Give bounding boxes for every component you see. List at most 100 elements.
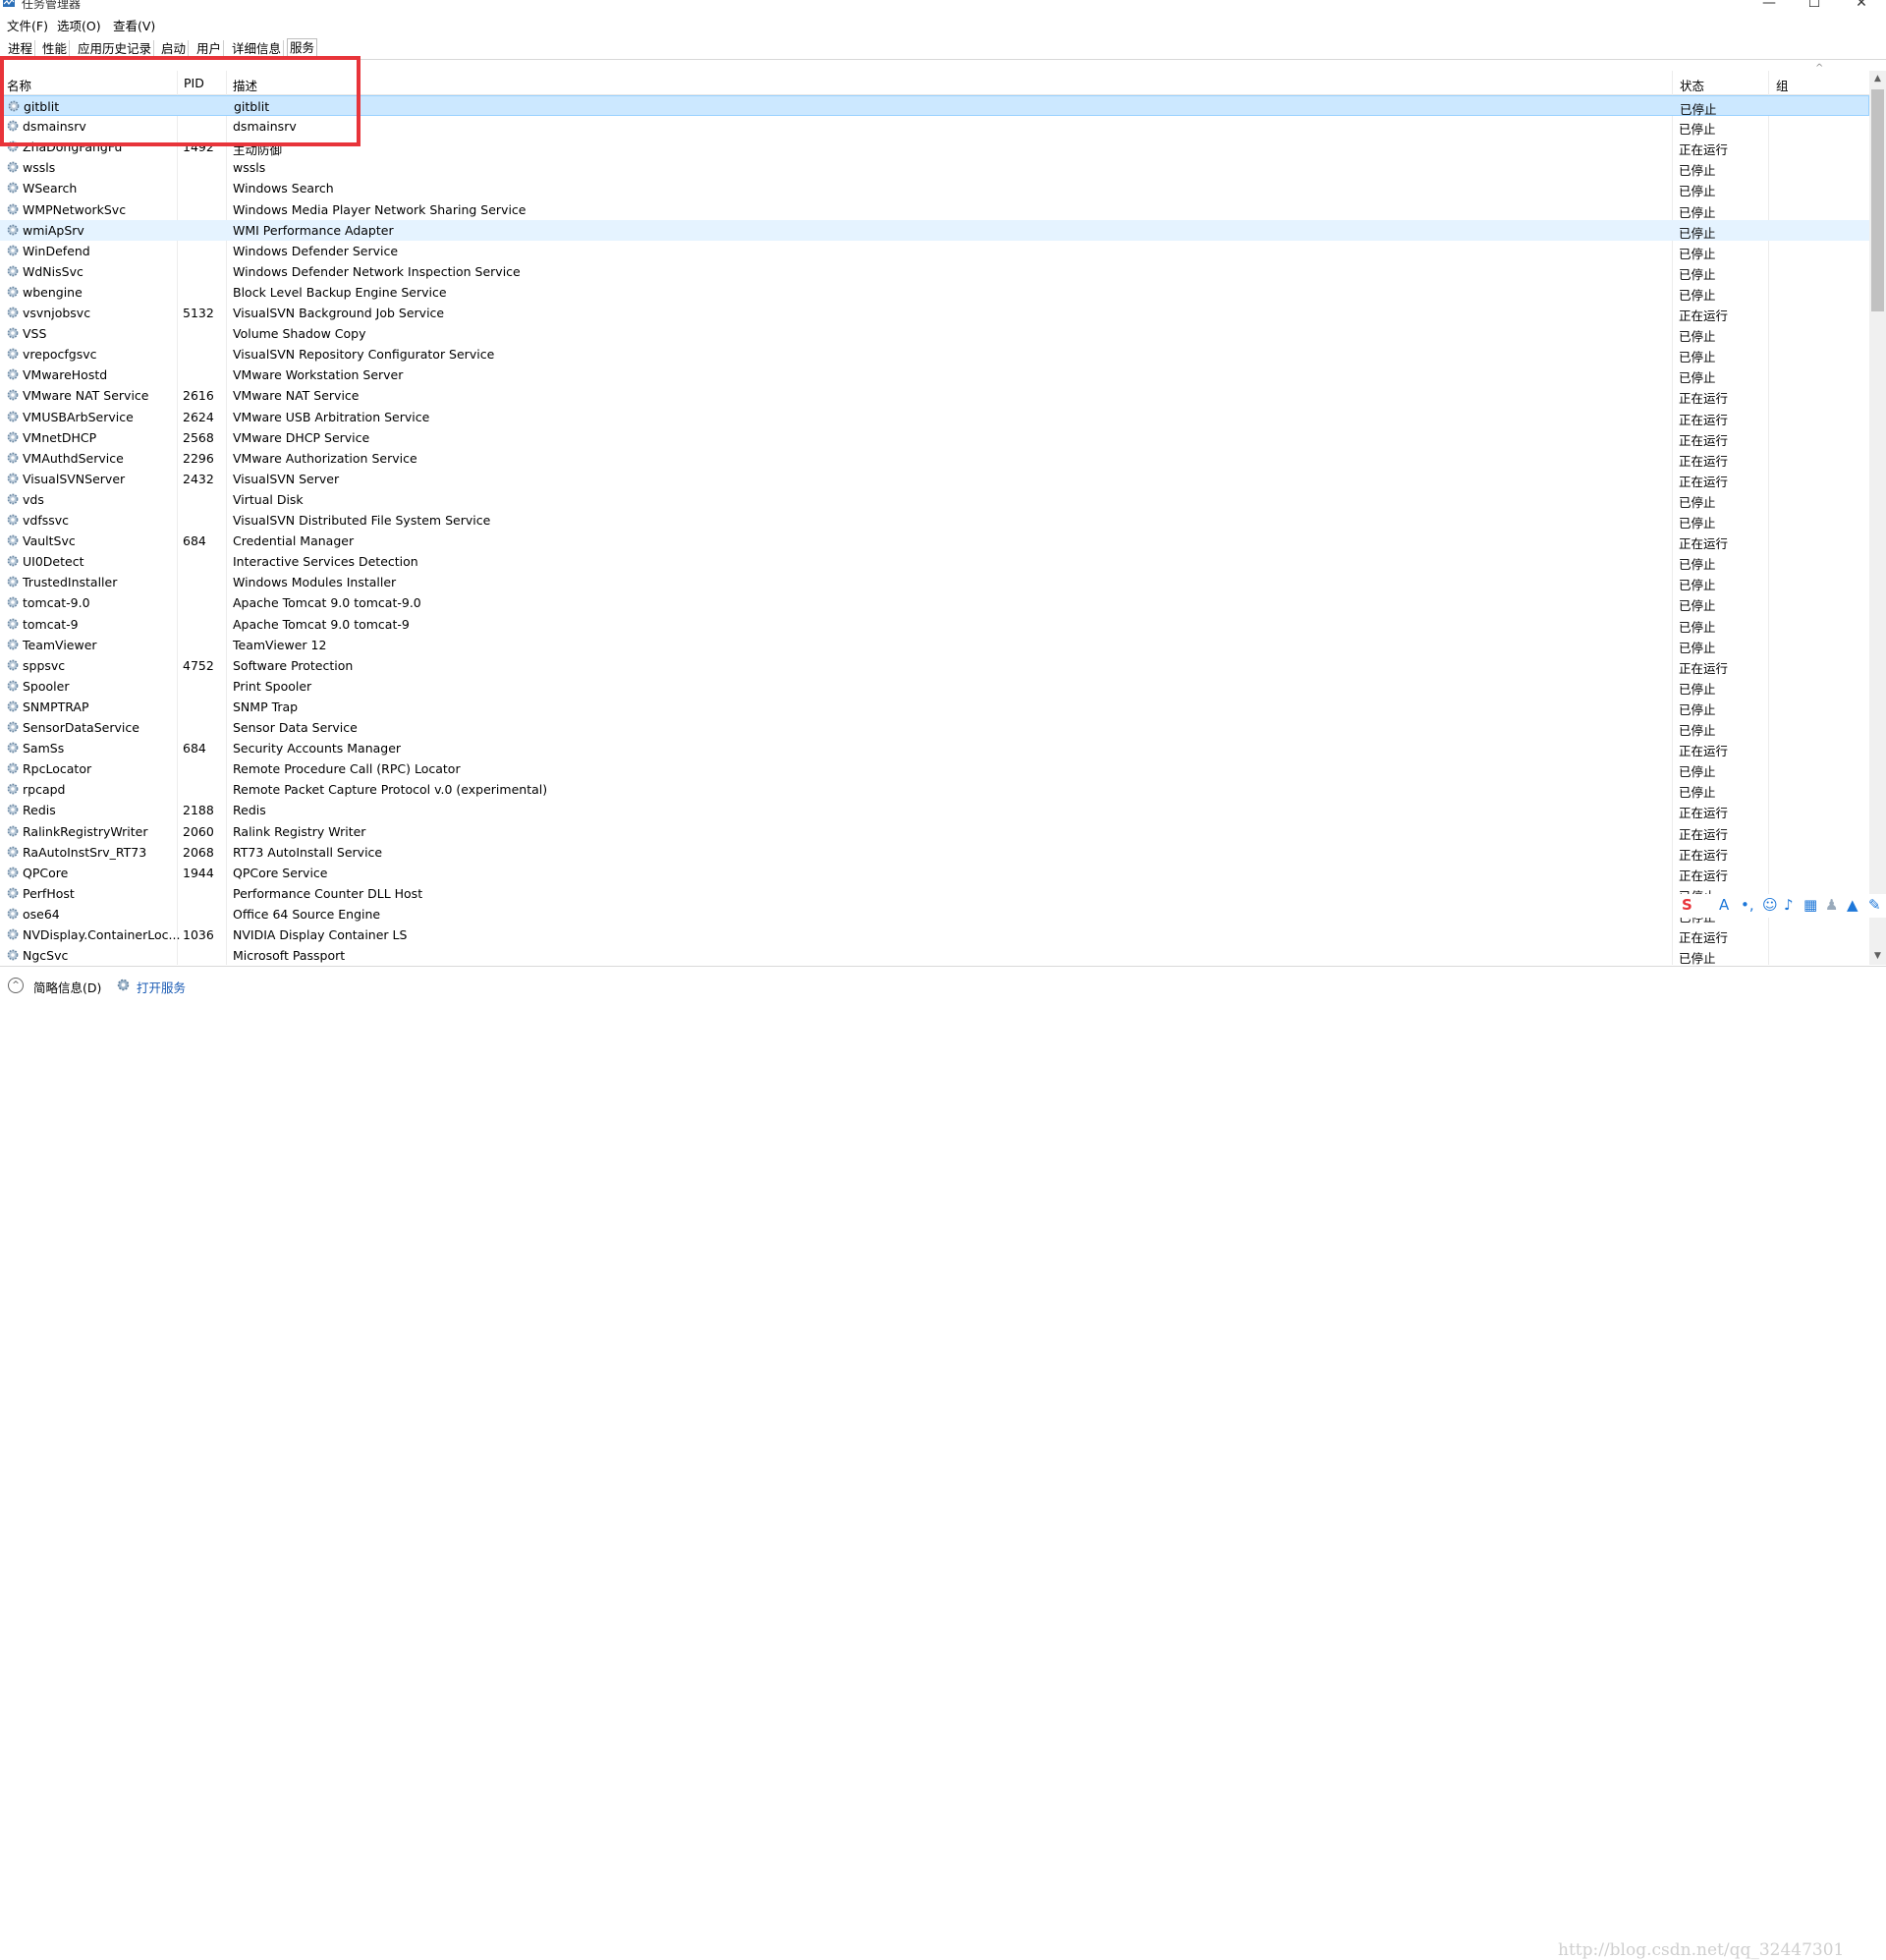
service-description: SNMP Trap [233,699,299,714]
open-services-link[interactable]: 打开服务 [137,978,186,996]
service-gear-icon [6,907,20,921]
punctuation-icon[interactable]: •, [1741,896,1754,914]
service-pid: 684 [183,533,206,549]
minimize-button[interactable]: — [1747,0,1792,14]
service-name: QPCore [23,865,69,880]
emoji-icon[interactable]: ☺ [1762,896,1778,914]
service-row[interactable]: WinDefend Windows Defender Service 已停止 [0,241,1869,261]
service-status: 正在运行 [1679,474,1729,489]
service-row[interactable]: VMUSBArbService 2624 VMware USB Arbitratio… [0,407,1869,427]
sogou-icon[interactable]: S [1682,896,1692,914]
maximize-button[interactable]: ☐ [1792,0,1837,14]
column-group[interactable]: 组 [1776,76,1789,94]
service-gear-icon [6,533,20,547]
microphone-icon[interactable]: ♪ [1784,896,1794,914]
close-button[interactable]: ✕ [1839,0,1884,14]
sort-caret-icon: ^ [1815,63,1824,74]
service-row[interactable]: wssls wssls 已停止 [0,157,1869,178]
skin-icon[interactable]: ▲ [1847,896,1858,914]
service-name: UI0Detect [23,554,84,570]
scroll-up-icon[interactable]: ▲ [1869,71,1886,87]
service-description: VMware DHCP Service [233,429,370,445]
service-row[interactable]: Redis 2188 Redis 正在运行 [0,800,1869,820]
scroll-down-icon[interactable]: ▼ [1869,948,1886,965]
service-name: VMwareHostd [23,367,108,383]
chevron-up-icon[interactable]: ^ [8,978,24,993]
service-row[interactable]: RalinkRegistryWriter 2060 Ralink Registry … [0,821,1869,842]
service-name: WinDefend [23,243,90,258]
keyboard-icon[interactable]: ▦ [1803,896,1817,914]
service-description: Virtual Disk [233,491,304,507]
service-status: 已停止 [1679,578,1716,593]
service-row[interactable]: Spooler Print Spooler 已停止 [0,676,1869,697]
service-row[interactable]: sppsvc 4752 Software Protection 正在运行 [0,655,1869,676]
service-row[interactable]: vsvnjobsvc 5132 VisualSVN Background Job S… [0,303,1869,323]
service-row[interactable]: WMPNetworkSvc Windows Media Player Networ… [0,199,1869,220]
service-row[interactable]: rpcapd Remote Packet Capture Protocol v.0… [0,779,1869,800]
service-row[interactable]: wmiApSrv WMI Performance Adapter 已停止 [0,219,1869,241]
service-row[interactable]: RpcLocator Remote Procedure Call (RPC) Lo… [0,758,1869,779]
service-row[interactable]: ose64Office 64 Source Engine已停止 [0,904,1869,924]
service-row[interactable]: VSS Volume Shadow Copy 已停止 [0,323,1869,344]
window-title: 任务管理器 [22,0,82,11]
menu-view[interactable]: 查看(V) [113,16,155,34]
service-row[interactable]: VMwareHostd VMware Workstation Server 已停止 [0,364,1869,385]
service-name: NgcSvc [23,948,69,964]
service-name: WSearch [23,181,78,196]
wrench-icon[interactable]: ✎ [1868,896,1881,914]
scroll-thumb[interactable] [1871,89,1884,311]
service-row[interactable]: TrustedInstaller Windows Modules Installe… [0,572,1869,592]
service-row[interactable]: wbengine Block Level Backup Engine Servic… [0,282,1869,303]
service-row[interactable]: VMAuthdService 2296 VMware Authorization S… [0,448,1869,469]
menu-file[interactable]: 文件(F) [7,16,48,34]
service-name: vdfssvc [23,513,70,528]
service-row[interactable]: WSearch Windows Search 已停止 [0,178,1869,198]
service-row[interactable]: TeamViewer TeamViewer 12 已停止 [0,635,1869,655]
user-icon[interactable]: ♟ [1825,896,1838,914]
service-row[interactable]: vrepocfgsvc VisualSVN Repository Configur… [0,344,1869,364]
service-gear-icon [6,679,20,693]
service-description: Apache Tomcat 9.0 tomcat-9.0 [233,595,421,611]
service-name: vds [23,491,44,507]
service-row[interactable]: WdNisSvc Windows Defender Network Inspect… [0,261,1869,282]
service-row[interactable]: RaAutoInstSrv_RT73 2068 RT73 AutoInstall S… [0,842,1869,863]
service-description: Windows Media Player Network Sharing Ser… [233,201,527,217]
service-description: Software Protection [233,657,354,673]
menu-bar: 文件(F) 选项(O) 查看(V) [0,14,1886,33]
service-row[interactable]: NgcSvc Microsoft Passport 已停止 [0,945,1869,965]
service-row[interactable]: tomcat-9.0 Apache Tomcat 9.0 tomcat-9.0 已停… [0,592,1869,613]
service-gear-icon [6,575,20,588]
service-gear-icon [6,430,20,444]
vertical-scrollbar[interactable]: ▲ ▼ [1869,71,1886,965]
service-row[interactable]: QPCore 1944 QPCore Service 正在运行 [0,863,1869,883]
font-icon[interactable]: A [1719,896,1729,914]
service-row[interactable]: PerfHostPerformance Counter DLL Host已停止 [0,883,1869,904]
service-gear-icon [6,160,20,174]
service-row[interactable]: vds Virtual Disk 已停止 [0,489,1869,510]
service-gear-icon [6,285,20,299]
service-status: 正在运行 [1679,142,1729,158]
service-row[interactable]: VMnetDHCP 2568 VMware DHCP Service 正在运行 [0,427,1869,448]
service-row[interactable]: SNMPTRAP SNMP Trap 已停止 [0,697,1869,717]
service-name: SNMPTRAP [23,699,89,714]
service-row[interactable]: VisualSVNServer 2432 VisualSVN Server 正在运行 [0,469,1869,489]
service-description: TeamViewer 12 [233,637,327,652]
service-row[interactable]: VaultSvc 684 Credential Manager 正在运行 [0,531,1869,551]
service-row[interactable]: UI0Detect Interactive Services Detection 已… [0,551,1869,572]
service-description: Windows Defender Network Inspection Serv… [233,263,521,279]
column-status[interactable]: 状态 [1680,76,1704,94]
service-status: 已停止 [1679,951,1716,965]
service-row[interactable]: SensorDataService Sensor Data Service 已停止 [0,717,1869,738]
service-name: NVDisplay.ContainerLoc... [23,927,181,942]
service-row[interactable]: vdfssvc VisualSVN Distributed File System… [0,510,1869,531]
service-row[interactable]: VMware NAT Service 2616 VMware NAT Service… [0,385,1869,406]
service-gear-icon [6,782,20,796]
service-row[interactable]: SamSs 684 Security Accounts Manager 正在运行 [0,738,1869,758]
summary-toggle[interactable]: 简略信息(D) [33,978,101,996]
service-gear-icon [6,244,20,257]
service-name: TeamViewer [23,637,97,652]
service-row[interactable]: NVDisplay.ContainerLoc... 1036 NVIDIA Disp… [0,924,1869,945]
menu-options[interactable]: 选项(O) [57,16,101,34]
service-row[interactable]: tomcat-9 Apache Tomcat 9.0 tomcat-9 已停止 [0,614,1869,635]
service-status: 已停止 [1679,640,1716,655]
